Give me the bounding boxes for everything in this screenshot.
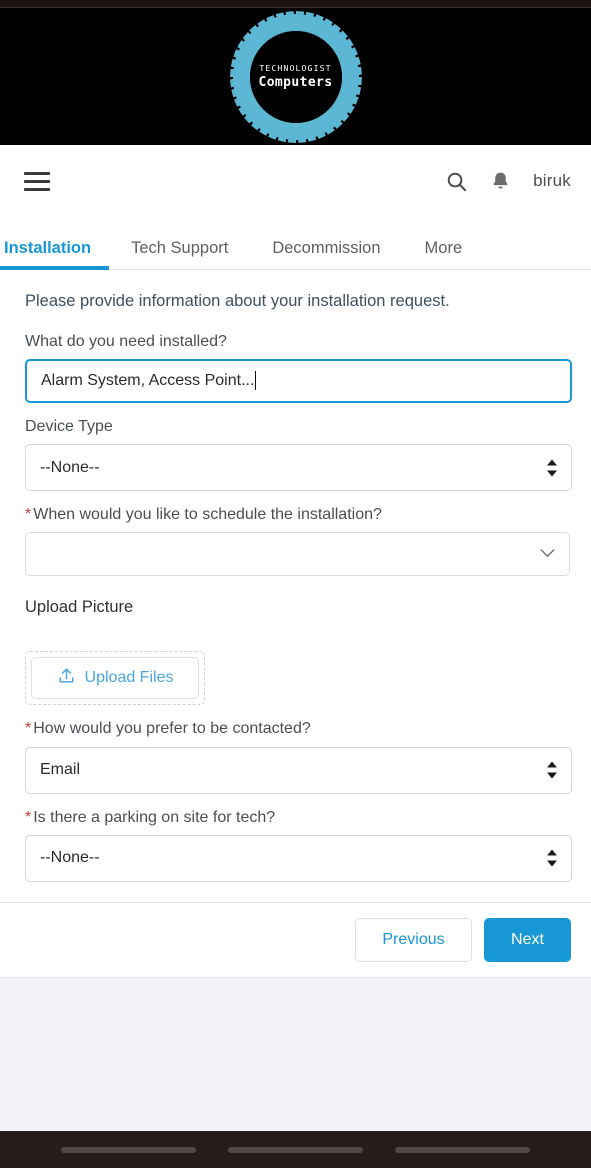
- label-upload-picture: Upload Picture: [25, 598, 134, 617]
- upload-dropzone[interactable]: Upload Files: [25, 651, 205, 706]
- hamburger-menu-icon[interactable]: [24, 171, 50, 191]
- device-type-select[interactable]: --None--: [25, 444, 572, 492]
- primary-tabs: Installation Tech Support Decommission M…: [0, 217, 591, 270]
- required-marker: *: [25, 506, 32, 524]
- field-parking: * Is there a parking on site for tech? --…: [25, 808, 572, 882]
- chevron-down-icon: [540, 545, 555, 563]
- contact-preference-value: Email: [40, 761, 81, 779]
- upload-files-button[interactable]: Upload Files: [31, 657, 199, 700]
- label-parking: * Is there a parking on site for tech?: [25, 808, 571, 827]
- tab-decommission[interactable]: Decommission: [250, 239, 402, 270]
- parking-select[interactable]: --None--: [25, 834, 572, 882]
- logo-bottom-text: Computers: [258, 75, 333, 91]
- tab-more[interactable]: More: [403, 239, 485, 270]
- search-icon[interactable]: [445, 170, 468, 193]
- tab-tech-support[interactable]: Tech Support: [109, 239, 250, 270]
- tab-installation[interactable]: Installation: [0, 239, 110, 270]
- upload-files-label: Upload Files: [84, 669, 174, 687]
- logo-center: TECHNOLOGIST Computers: [249, 30, 342, 123]
- device-type-value: --None--: [40, 458, 100, 476]
- header-actions: biruk: [445, 170, 571, 193]
- required-marker: *: [25, 720, 32, 738]
- upload-icon: [57, 666, 76, 690]
- bell-icon[interactable]: [490, 170, 511, 192]
- nav-recents-button[interactable]: [395, 1146, 530, 1153]
- spinner-arrows-icon: [547, 459, 557, 477]
- parking-value: --None--: [40, 849, 100, 867]
- username-label[interactable]: biruk: [533, 171, 571, 191]
- label-contact-preference: * How would you prefer to be contacted?: [25, 719, 571, 738]
- contact-preference-select[interactable]: Email: [25, 746, 572, 794]
- text-caret: [255, 371, 257, 391]
- spinner-arrows-icon: [547, 849, 557, 867]
- label-schedule-text: When would you like to schedule the inst…: [33, 506, 382, 524]
- next-button[interactable]: Next: [484, 917, 571, 962]
- field-schedule: * When would you like to schedule the ins…: [25, 505, 571, 577]
- status-strip: [0, 0, 591, 8]
- need-installed-value: Alarm System, Access Point...: [41, 371, 255, 389]
- field-upload-picture: Upload Picture Upload Files: [25, 598, 571, 706]
- form-action-bar: Previous Next: [0, 901, 591, 977]
- field-device-type: Device Type --None--: [25, 417, 572, 492]
- field-contact-preference: * How would you prefer to be contacted? E…: [25, 719, 572, 794]
- logo-top-text: TECHNOLOGIST: [259, 62, 332, 73]
- label-device-type: Device Type: [25, 417, 113, 435]
- phone-screen: TECHNOLOGIST Computers biruk Installatio…: [0, 0, 591, 1168]
- app-header: biruk: [0, 145, 591, 217]
- field-need-installed: What do you need installed? Alarm System…: [25, 332, 572, 403]
- company-logo: TECHNOLOGIST Computers: [229, 10, 362, 143]
- page-background: [0, 977, 591, 1118]
- label-schedule: * When would you like to schedule the ins…: [25, 505, 571, 524]
- label-need-installed: What do you need installed?: [25, 332, 227, 350]
- label-contact-preference-text: How would you prefer to be contacted?: [33, 720, 311, 738]
- nav-home-button[interactable]: [228, 1146, 363, 1153]
- label-parking-text: Is there a parking on site for tech?: [33, 808, 276, 826]
- form-intro-text: Please provide information about your in…: [25, 292, 450, 310]
- nav-back-button[interactable]: [61, 1146, 196, 1153]
- brand-banner: TECHNOLOGIST Computers: [0, 8, 591, 145]
- previous-button[interactable]: Previous: [355, 917, 472, 962]
- system-navigation-bar: [0, 1131, 591, 1168]
- spinner-arrows-icon: [547, 761, 557, 779]
- installation-form-card: Please provide information about your in…: [0, 270, 591, 978]
- schedule-combobox[interactable]: [25, 532, 570, 577]
- need-installed-input[interactable]: Alarm System, Access Point...: [25, 358, 572, 403]
- required-marker: *: [25, 808, 32, 826]
